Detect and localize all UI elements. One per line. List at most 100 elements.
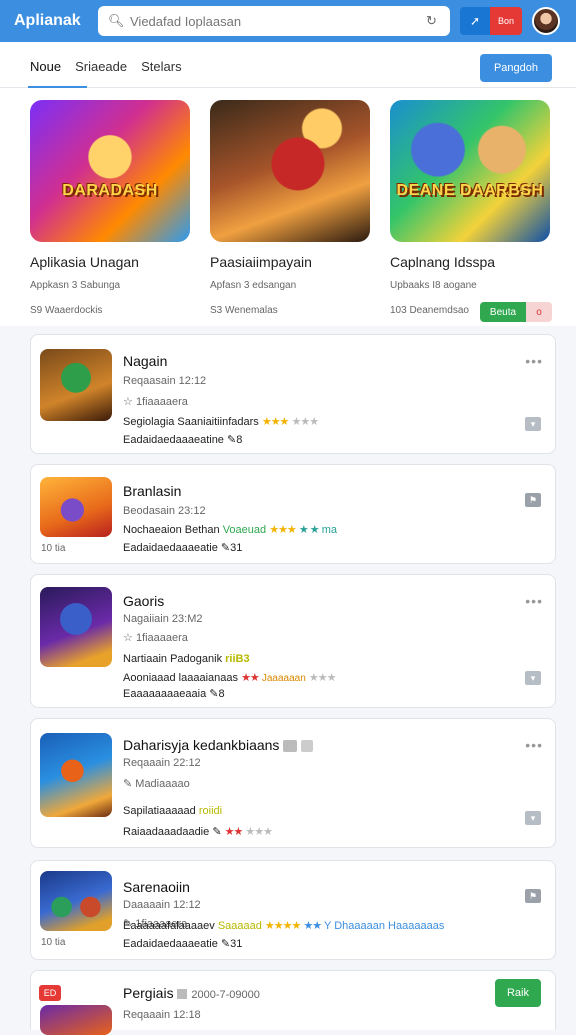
app-detail-row: Eadaidaedaaaeatie ✎31 (123, 937, 242, 950)
featured-get-button[interactable]: Beuta (480, 302, 526, 322)
info-icon[interactable] (283, 740, 298, 753)
app-icon-thumb[interactable] (40, 1005, 112, 1035)
app-icon-thumb[interactable] (40, 871, 112, 931)
featured-title-3[interactable]: Caplnang Idsspa (390, 254, 552, 270)
expand-icon[interactable] (301, 740, 314, 753)
nav-tabs: Noue Sriaeade Stelars Pangdoh (0, 42, 576, 88)
rating-stars-grey: ★★★ (291, 416, 319, 428)
app-name: Pergiais 2000-7-09000 (123, 985, 260, 1001)
featured-card-1[interactable]: DARADASH Aplikasia Unagan Appkasn 3 Sabu… (30, 100, 192, 316)
more-icon[interactable]: ••• (525, 593, 543, 609)
rating-stars: ★★★ (261, 416, 290, 428)
featured-secondary-button[interactable]: o (526, 302, 552, 322)
more-icon[interactable]: ••• (525, 353, 543, 369)
app-name[interactable]: Nagain (123, 353, 167, 369)
app-icon-thumb[interactable] (40, 587, 112, 667)
search-box[interactable]: 🔍︎ ↻ (98, 6, 450, 36)
featured-title-1[interactable]: Aplikasia Unagan (30, 254, 192, 270)
more-icon[interactable]: ••• (525, 737, 543, 753)
featured-thumb-3[interactable]: DEANE DAARBSH (390, 100, 550, 242)
featured-thumb-3-title: DEANE DAARBSH (396, 182, 544, 199)
app-tag-row: Nartiaain Padoganik riiB3 (123, 653, 250, 665)
tab-third[interactable]: Stelars (141, 42, 181, 88)
app-date: Reqaaain 12:18 (123, 1009, 201, 1021)
download-icon[interactable]: ▾ (525, 671, 541, 685)
header-pill: ➚ Bon (460, 7, 522, 35)
app-name[interactable]: Gaoris (123, 593, 164, 609)
app-icon-thumb[interactable] (40, 477, 112, 537)
featured-subtitle-1: Appkasn 3 Sabunga (30, 280, 121, 291)
bookmark-icon[interactable]: ⚑ (525, 493, 541, 507)
featured-section: DARADASH Aplikasia Unagan Appkasn 3 Sabu… (0, 88, 576, 326)
header-red-button[interactable]: Bon (490, 7, 522, 35)
rating-stars-red: ★★ (241, 672, 260, 684)
app-info-text: Madiaaaao (135, 778, 190, 790)
star-outline-icon: ☆ (123, 396, 133, 408)
app-rating-text: Aooniaaad laaaaianaas (123, 672, 238, 684)
featured-meta-2: S3 Wenemalas (210, 305, 278, 316)
app-name-text[interactable]: Pergiais (123, 985, 174, 1001)
featured-thumb-1[interactable]: DARADASH (30, 100, 190, 242)
app-info-text: 1fiaaaaera (135, 632, 188, 644)
app-detail-suffix: 8 (236, 434, 243, 446)
app-date: Nagaiiain 23:M2 (123, 613, 203, 625)
app-date: Daaaaain 12:12 (123, 899, 201, 911)
featured-meta-1: S9 Waaerdockis (30, 305, 103, 316)
rating-stars: ★★★★ (264, 920, 301, 932)
thumb-icon: ✎ (227, 434, 237, 446)
list-item[interactable]: Daharisyja kedankbiaans Reqaaain 22:12 ✎… (30, 718, 556, 848)
app-detail-row: Eadaidaedaaaeatie ✎31 (123, 541, 242, 554)
rating-stars-grey: ★★★ (245, 826, 273, 838)
download-icon[interactable]: ▾ (525, 811, 541, 825)
app-icon-thumb[interactable] (40, 349, 112, 421)
calendar-icon (177, 989, 188, 1000)
edit-icon: ✎ (123, 778, 133, 790)
star-outline-icon: ☆ (123, 632, 133, 644)
featured-title-2[interactable]: Paasiaiimpayain (210, 254, 372, 270)
featured-card-2[interactable]: Paasiaiimpayain Apfasn 3 edsangan S3 Wen… (210, 100, 372, 316)
app-detail-text: Eadaidaedaaaeatie (123, 938, 218, 950)
featured-thumb-2[interactable] (210, 100, 370, 242)
app-name[interactable]: Branlasin (123, 483, 181, 499)
app-tag-highlight: roiidi (198, 805, 223, 817)
featured-card-3[interactable]: DEANE DAARBSH Caplnang Idsspa Upbaaks I8… (390, 100, 552, 322)
app-rating-row-main: Eaaaaaafalaaaaev Saaaaad ★★★★ ★★ Y Dhaaa… (123, 919, 444, 932)
list-item[interactable]: Nagain Reqaasain 12:12 ☆ 1fiaaaaera Segi… (30, 334, 556, 454)
app-info-text: 1fiaaaaera (135, 396, 188, 408)
list-item[interactable]: 10 tia Sarenaoiin Daaaaain 12:12 ✎ 1fiaa… (30, 860, 556, 960)
app-name[interactable]: Sarenaoiin (123, 879, 190, 895)
featured-thumb-1-title: DARADASH (62, 182, 158, 199)
rating-stars-teal: ★ ★ (298, 524, 320, 536)
search-icon: 🔍︎ (108, 13, 125, 28)
add-button[interactable]: Raik (495, 979, 541, 1007)
app-date-stamp: 2000-7-09000 (191, 989, 260, 1001)
primary-action-button[interactable]: Pangdoh (480, 54, 552, 82)
share-icon[interactable]: ➚ (460, 7, 490, 35)
app-icon-thumb[interactable] (40, 733, 112, 817)
bookmark-icon[interactable]: ⚑ (525, 889, 541, 903)
app-detail-row: Eaaaaaaaaeaaia ✎8 (123, 687, 225, 700)
refresh-icon[interactable]: ↻ (426, 14, 440, 28)
search-input[interactable] (130, 13, 426, 29)
app-tag: ED (39, 985, 61, 1001)
app-badge: 10 tia (41, 543, 66, 554)
top-bar: Aplianak 🔍︎ ↻ ➚ Bon (0, 0, 576, 42)
app-tag-highlight: riiB3 (225, 653, 250, 665)
app-name-text[interactable]: Daharisyja kedankbiaans (123, 737, 279, 753)
list-item[interactable]: ED Pergiais 2000-7-09000 Reqaaain 12:18 … (30, 970, 556, 1035)
rating-stars-red: ★★ (224, 826, 244, 838)
app-detail-suffix: 31 (230, 938, 243, 950)
app-rating-green: Voaeuad (222, 524, 267, 536)
tab-second[interactable]: Sriaeade (75, 42, 127, 88)
list-item[interactable]: 10 tia Branlasin Beodasain 23:12 Nochaea… (30, 464, 556, 564)
thumb-icon: ✎ (212, 826, 222, 838)
app-rating-row: Segiolagia Saaniaitiinfadars ★★★ ★★★ (123, 415, 319, 428)
tab-home[interactable]: Noue (27, 42, 88, 88)
app-logo[interactable]: Aplianak (14, 12, 98, 30)
app-rating-text: Eaaaaaafalaaaaev (123, 920, 215, 932)
list-item[interactable]: Gaoris Nagaiiain 23:M2 ☆ 1fiaaaaera Nart… (30, 574, 556, 708)
download-icon[interactable]: ▾ (525, 417, 541, 431)
avatar[interactable] (532, 7, 560, 35)
rating-stars-grey: ★★★ (308, 672, 337, 684)
app-info: ☆ 1fiaaaaera (123, 395, 188, 408)
